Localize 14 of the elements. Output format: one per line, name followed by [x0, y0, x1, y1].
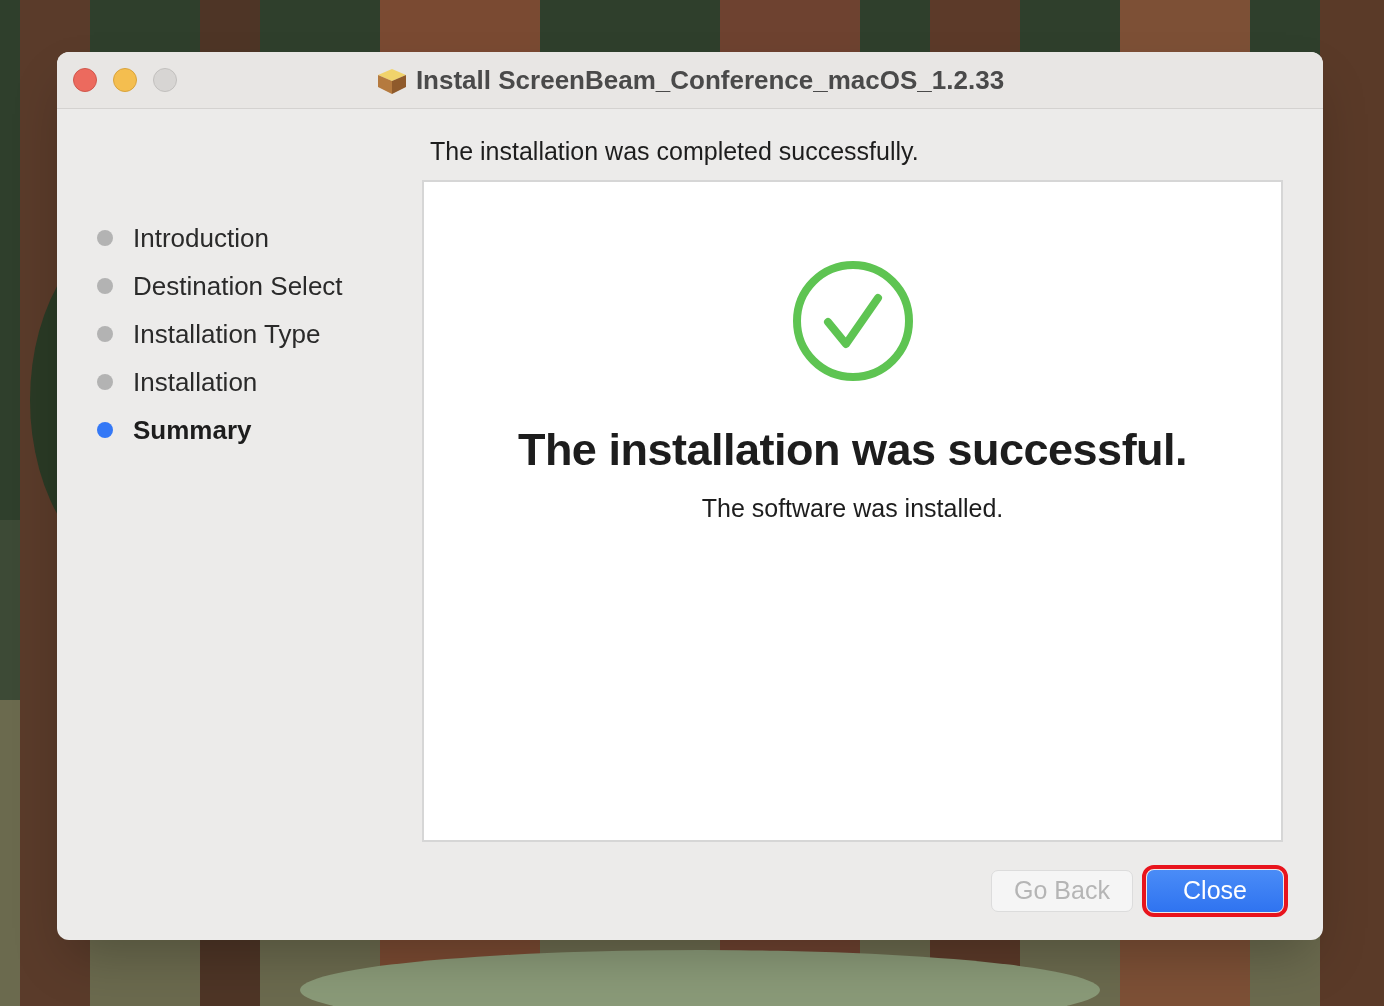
minimize-window-button[interactable] — [113, 68, 137, 92]
step-label: Introduction — [133, 221, 269, 255]
checkmark-circle-icon — [791, 260, 914, 382]
step-label: Destination Select — [133, 269, 343, 303]
step-label: Installation — [133, 365, 258, 399]
package-icon — [377, 69, 406, 94]
step-label: Installation Type — [133, 317, 321, 351]
zoom-window-button[interactable] — [153, 68, 177, 92]
result-message: The software was installed. — [701, 493, 1004, 524]
status-text: The installation was completed successfully. — [430, 136, 920, 166]
close-window-button[interactable] — [73, 68, 97, 92]
step-label: Summary — [133, 413, 252, 447]
window-title: Install ScreenBeam_Conference_macOS_1.2.33 — [415, 63, 1005, 97]
result-heading: The installation was successful. — [517, 423, 1188, 477]
